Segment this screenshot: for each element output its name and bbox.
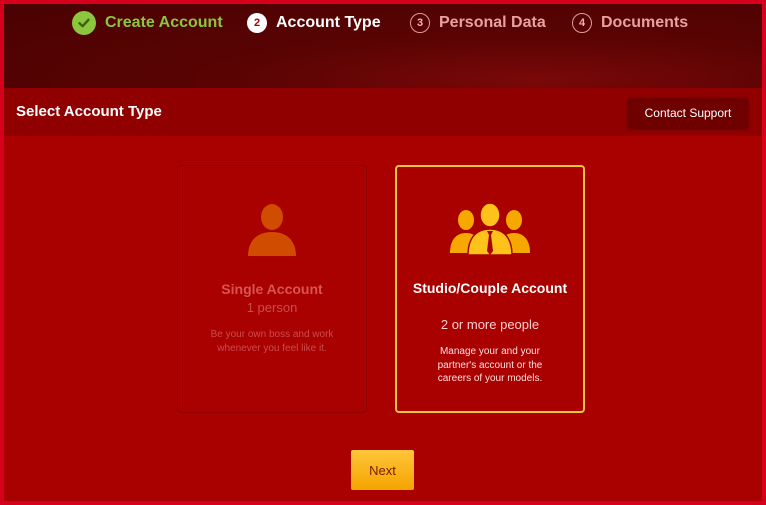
studio-couple-account-card[interactable]: Studio/Couple Account 2 or more people M… xyxy=(395,165,585,413)
card-title: Single Account xyxy=(221,281,323,297)
check-icon xyxy=(72,11,96,35)
card-subtitle: 2 or more people xyxy=(440,317,540,332)
next-button[interactable]: Next xyxy=(351,450,414,490)
step-account-type[interactable]: 2 Account Type xyxy=(247,10,381,36)
step-documents[interactable]: 4 Documents xyxy=(572,10,688,36)
step-label: Documents xyxy=(601,14,689,31)
step-number: 4 xyxy=(572,13,592,33)
card-description: Be your own boss and work whenever you f… xyxy=(210,329,334,354)
group-icon xyxy=(450,202,530,255)
steps-bar: Create Account 2 Account Type 3 Personal… xyxy=(4,4,762,88)
contact-support-button[interactable]: Contact Support xyxy=(628,98,748,128)
step-number: 2 xyxy=(247,13,267,33)
page-header: Select Account Type Contact Support xyxy=(4,88,762,136)
person-icon xyxy=(248,204,296,256)
step-personal-data[interactable]: 3 Personal Data xyxy=(410,10,546,36)
page-title: Select Account Type xyxy=(16,103,162,120)
step-label: Create Account xyxy=(105,14,223,31)
step-create-account[interactable]: Create Account xyxy=(72,10,223,36)
card-title: Studio/Couple Account xyxy=(412,280,568,296)
single-account-card[interactable]: Single Account 1 person Be your own boss… xyxy=(177,165,367,413)
card-description: Manage your and your partner's account o… xyxy=(437,346,543,384)
step-label: Personal Data xyxy=(439,14,546,31)
signup-frame: Create Account 2 Account Type 3 Personal… xyxy=(4,4,762,501)
step-number: 3 xyxy=(410,13,430,33)
step-label: Account Type xyxy=(276,14,381,31)
card-subtitle: 1 person xyxy=(246,300,298,315)
